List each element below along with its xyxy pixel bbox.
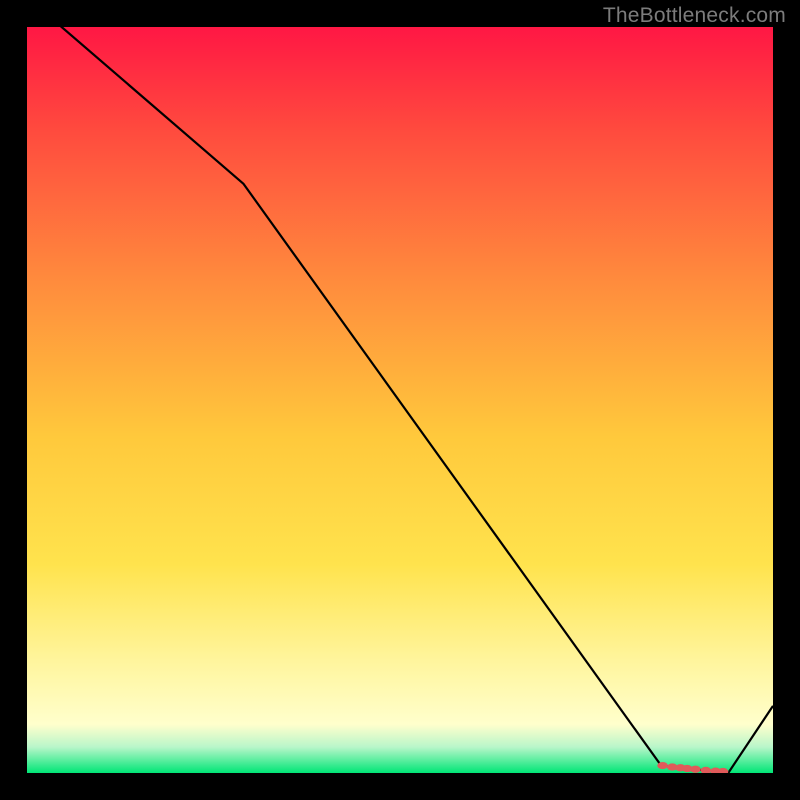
marker-dot: [690, 766, 701, 773]
chart-svg: [27, 27, 773, 773]
watermark-text: TheBottleneck.com: [603, 4, 786, 28]
marker-dot: [657, 762, 668, 769]
plot-area: [27, 27, 773, 773]
chart-frame: TheBottleneck.com: [0, 0, 800, 800]
